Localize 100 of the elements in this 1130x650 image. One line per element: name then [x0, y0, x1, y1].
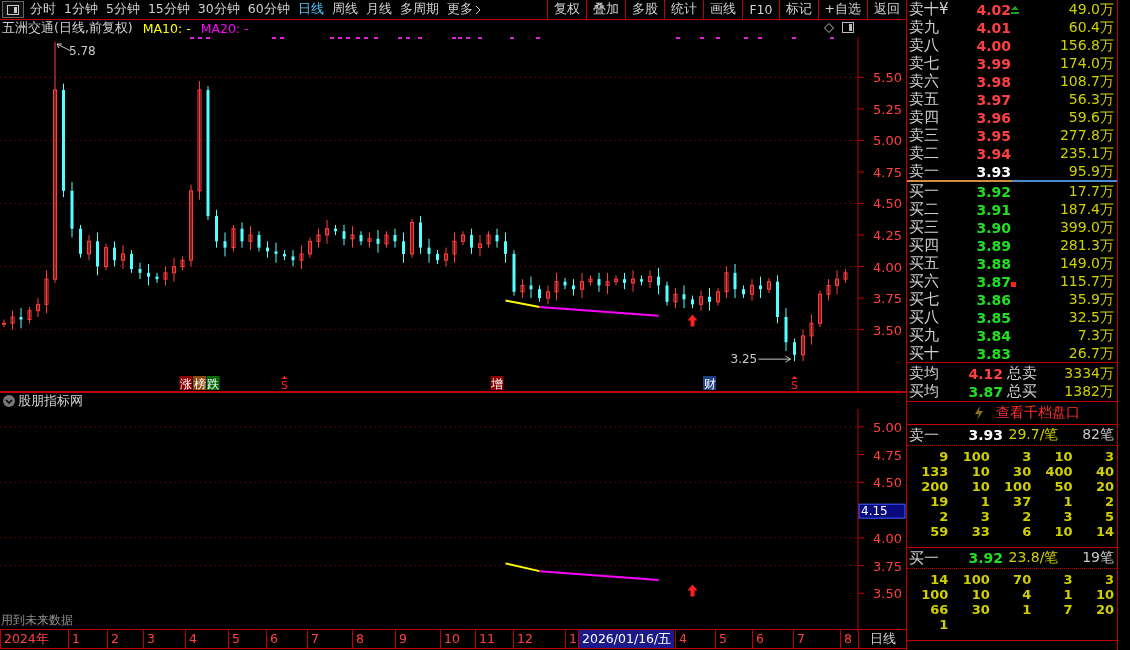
level-volume: 174.0万 [1058, 54, 1114, 73]
candlestick [138, 262, 142, 280]
period-tab[interactable]: 周线 [327, 1, 362, 18]
period-label: 日线 [858, 630, 907, 648]
panel-toggle-icon[interactable] [842, 22, 854, 33]
candlestick [240, 221, 244, 249]
tick-volume: 1 [1021, 602, 1032, 617]
period-tab[interactable]: 60分钟 [243, 1, 294, 18]
level-volume: 281.3万 [1058, 236, 1114, 255]
level-volume: 7.3万 [1076, 326, 1114, 345]
candlestick [818, 290, 822, 328]
collapse-icon[interactable] [3, 395, 15, 407]
toolbar-button[interactable]: 叠加 [586, 0, 626, 19]
period-tab[interactable]: 1分钟 [60, 1, 102, 18]
level-volume: 60.4万 [1067, 18, 1114, 37]
tick-volume: 3 [1103, 572, 1114, 587]
toolbar-button[interactable]: 复权 [547, 0, 587, 19]
candlestick [733, 263, 737, 299]
level-label: 卖三 [909, 126, 940, 145]
event-tag[interactable]: 财 [703, 376, 716, 391]
time-axis-label: 12 [513, 630, 536, 648]
depth-link[interactable]: 查看千档盘口 [996, 404, 1080, 422]
level-label: 卖五 [909, 90, 940, 109]
tick-volume: 59 [929, 524, 949, 539]
candlestick [316, 228, 321, 249]
axis-label: 4.00 [873, 530, 902, 546]
candlestick [70, 181, 74, 239]
average-label: 买均 [909, 382, 940, 401]
level-volume: 115.7万 [1058, 272, 1114, 291]
time-axis-label: 6 [266, 630, 281, 648]
level-price: 4.00 [975, 37, 1011, 54]
event-tag[interactable]: 榜 [193, 376, 206, 391]
candlestick [529, 276, 533, 299]
event-tag[interactable]: 跌 [206, 376, 220, 391]
time-axis-label: 1 [68, 630, 83, 648]
tick-volume: 40 [1094, 464, 1114, 479]
toolbar-button[interactable]: +自选 [817, 0, 867, 19]
time-axis-label: 2026/01/16/五 [578, 630, 675, 648]
candlestick [427, 238, 431, 264]
candlestick [682, 284, 686, 309]
level-label: 买四 [909, 236, 940, 255]
time-axis-label: 2 [107, 630, 122, 648]
more-button[interactable]: 更多 [442, 1, 485, 18]
toolbar-button[interactable]: 多股 [625, 0, 665, 19]
candlestick [793, 337, 796, 362]
event-tag[interactable]: 增 [490, 376, 504, 391]
candlestick [826, 278, 831, 302]
tick-volume: 50 [1053, 479, 1073, 494]
chevron-right-icon [474, 4, 481, 15]
tick-volume: 4 [1021, 587, 1032, 602]
event-tag[interactable]: 涨 [179, 376, 193, 391]
period-tab[interactable]: 5分钟 [101, 1, 144, 18]
period-tab[interactable]: 日线 [293, 1, 328, 18]
tick-volume: 400 [1044, 464, 1073, 479]
panel-toggle-icon[interactable] [2, 1, 24, 18]
candlestick [172, 257, 176, 283]
candlestick [231, 224, 236, 252]
level-price: 4.01 [975, 19, 1011, 36]
candlestick [750, 278, 754, 302]
future-data-note: 用到未来数据 [1, 612, 73, 629]
toolbar-button[interactable]: 统计 [664, 0, 704, 19]
candlestick [784, 307, 788, 352]
candlestick [436, 249, 439, 265]
period-tab[interactable]: 15分钟 [143, 1, 194, 18]
diamond-icon[interactable] [824, 22, 834, 33]
value-readout: 4.15 [858, 503, 906, 519]
toolbar-button[interactable]: F10 [742, 0, 779, 19]
time-axis-label: 10 [440, 630, 463, 648]
level-label: 卖四 [909, 108, 940, 127]
candlestick [113, 240, 116, 268]
candlestick [325, 219, 329, 245]
period-tab[interactable]: 月线 [361, 1, 396, 18]
per-trade-volume: 23.8/笔 [1007, 549, 1060, 567]
toolbar-button[interactable]: 画线 [703, 0, 743, 19]
period-tab[interactable]: 分时 [26, 1, 60, 18]
level-price: 3.89 [975, 237, 1011, 254]
candlestick [538, 284, 541, 303]
up-arrow-icon [687, 584, 698, 597]
candlestick [504, 232, 507, 264]
period-tab[interactable]: 多周期 [395, 1, 443, 18]
time-axis-label: 11 [475, 630, 498, 648]
tick-volume: 10 [970, 464, 990, 479]
period-tab[interactable]: 30分钟 [193, 1, 244, 18]
leader-line [56, 43, 72, 52]
level-price: 3.96 [975, 109, 1011, 126]
toolbar-button[interactable]: 返回 [867, 0, 906, 19]
level-volume: 35.9万 [1067, 290, 1114, 309]
indicator-title: 股朋指标网 [18, 392, 83, 410]
level-price: 3.84 [975, 327, 1011, 344]
level-price: 3.99 [975, 55, 1011, 72]
tick-volume: 100 [961, 572, 990, 587]
candlestick [10, 310, 15, 331]
toolbar-button[interactable]: 标记 [778, 0, 818, 19]
tick-volume: 14 [929, 572, 949, 587]
time-axis-label: 5 [715, 630, 730, 648]
candlestick [299, 244, 304, 270]
level-label: 买五 [909, 254, 940, 273]
candlestick [486, 230, 491, 249]
candlestick [776, 274, 779, 324]
axis-label: 5.25 [873, 101, 902, 117]
